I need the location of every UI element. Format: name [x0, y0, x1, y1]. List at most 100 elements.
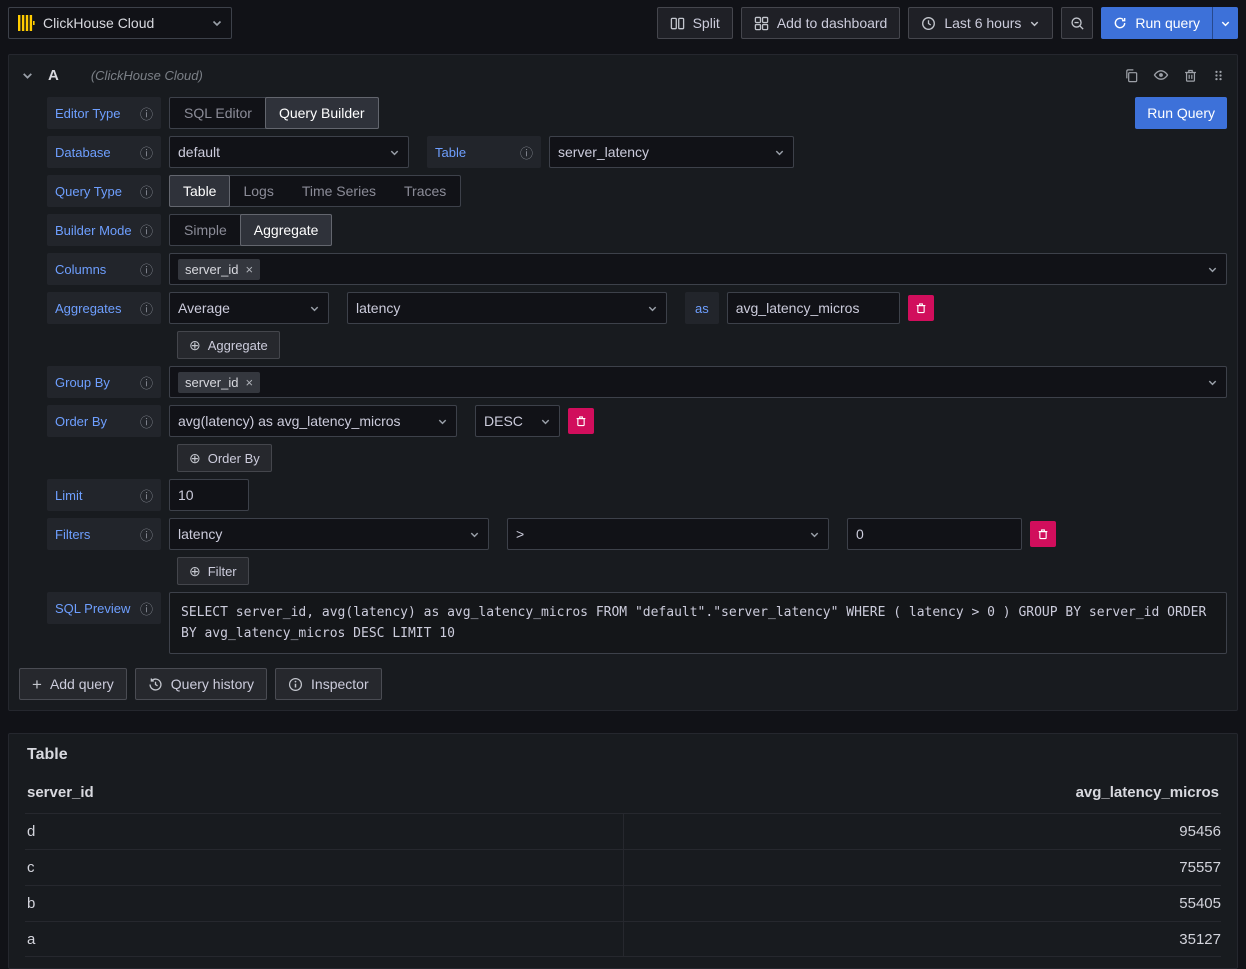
- filter-operator-select[interactable]: >: [507, 518, 829, 550]
- run-query-caret-button[interactable]: [1212, 7, 1238, 39]
- history-icon: [148, 677, 163, 692]
- add-aggregate-button[interactable]: ⊕ Aggregate: [177, 331, 280, 359]
- query-ref-id[interactable]: A: [48, 67, 59, 84]
- delete-query-icon[interactable]: [1183, 68, 1198, 83]
- query-type-option-traces[interactable]: Traces: [390, 176, 460, 206]
- info-icon[interactable]: ⓘ: [140, 599, 153, 618]
- duplicate-query-icon[interactable]: [1124, 68, 1139, 83]
- chevron-down-icon: [461, 529, 480, 540]
- chevron-down-icon: [429, 416, 448, 427]
- toolbar-actions: Split Add to dashboard Last 6 hours: [657, 7, 1238, 39]
- chevron-down-icon: [801, 529, 820, 540]
- database-select[interactable]: default: [169, 136, 409, 168]
- table-row[interactable]: d 95456: [25, 813, 1221, 849]
- info-icon[interactable]: ⓘ: [140, 486, 153, 505]
- refresh-icon: [1113, 16, 1127, 30]
- filter-field-select[interactable]: latency: [169, 518, 489, 550]
- info-icon[interactable]: ⓘ: [140, 525, 153, 544]
- inspector-label: Inspector: [311, 676, 369, 692]
- plus-icon: +: [32, 676, 42, 693]
- sql-preview-label: SQL Preview: [55, 601, 130, 616]
- chip-label: server_id: [185, 262, 238, 277]
- info-icon[interactable]: ⓘ: [140, 260, 153, 279]
- info-icon[interactable]: ⓘ: [140, 299, 153, 318]
- column-header-server-id[interactable]: server_id: [27, 784, 623, 801]
- run-query-inline-button[interactable]: Run Query: [1135, 97, 1227, 129]
- selected-column-chip: server_id ×: [178, 259, 260, 280]
- table-row[interactable]: b 55405: [25, 885, 1221, 921]
- add-query-button[interactable]: + Add query: [19, 668, 127, 700]
- chevron-down-icon: [532, 416, 551, 427]
- aggregate-function-value: Average: [178, 300, 230, 316]
- filter-value: 0: [856, 526, 864, 542]
- table-select[interactable]: server_latency: [549, 136, 794, 168]
- cell-avg-latency: 35127: [623, 922, 1221, 956]
- row-limit: Limit ⓘ 10: [47, 479, 1227, 511]
- table-row[interactable]: c 75557: [25, 849, 1221, 885]
- remove-chip-icon[interactable]: ×: [245, 263, 253, 276]
- collapse-icon[interactable]: [21, 69, 34, 82]
- row-add-aggregate: ⊕ Aggregate: [47, 331, 1227, 359]
- limit-input[interactable]: 10: [169, 479, 249, 511]
- split-label: Split: [693, 15, 720, 31]
- row-builder-mode: Builder Mode ⓘ Simple Aggregate: [47, 214, 1227, 246]
- toggle-visibility-eye-icon[interactable]: [1153, 67, 1169, 83]
- time-range-button[interactable]: Last 6 hours: [908, 7, 1053, 39]
- chevron-down-icon: [301, 303, 320, 314]
- chevron-down-icon: [766, 147, 785, 158]
- field-label-editor-type: Editor Type ⓘ: [47, 97, 161, 129]
- column-header-avg-latency[interactable]: avg_latency_micros: [623, 784, 1219, 801]
- query-footer-actions: + Add query Query history Inspector: [9, 654, 1237, 700]
- query-editor-panel: A (ClickHouse Cloud): [8, 54, 1238, 711]
- order-by-field-select[interactable]: avg(latency) as avg_latency_micros: [169, 405, 457, 437]
- table-row[interactable]: a 35127: [25, 921, 1221, 957]
- drag-handle-icon[interactable]: [1212, 69, 1225, 82]
- remove-filter-button[interactable]: [1030, 521, 1056, 547]
- add-order-by-button[interactable]: ⊕ Order By: [177, 444, 272, 472]
- remove-chip-icon[interactable]: ×: [245, 376, 253, 389]
- order-by-direction-select[interactable]: DESC: [475, 405, 560, 437]
- info-icon[interactable]: ⓘ: [140, 373, 153, 392]
- selected-group-by-chip: server_id ×: [178, 372, 260, 393]
- info-icon[interactable]: ⓘ: [140, 221, 153, 240]
- aggregate-alias-value: avg_latency_micros: [736, 300, 860, 316]
- columns-label: Columns: [55, 262, 106, 277]
- group-by-label: Group By: [55, 375, 110, 390]
- query-type-option-time-series[interactable]: Time Series: [288, 176, 390, 206]
- info-icon[interactable]: ⓘ: [140, 104, 153, 123]
- info-icon[interactable]: ⓘ: [140, 143, 153, 162]
- builder-mode-option-aggregate[interactable]: Aggregate: [240, 214, 333, 246]
- split-button[interactable]: Split: [657, 7, 733, 39]
- filter-value-input[interactable]: 0: [847, 518, 1022, 550]
- info-icon[interactable]: ⓘ: [520, 143, 533, 162]
- remove-order-by-button[interactable]: [568, 408, 594, 434]
- order-by-direction-value: DESC: [484, 413, 523, 429]
- builder-mode-option-simple[interactable]: Simple: [170, 215, 241, 245]
- info-icon[interactable]: ⓘ: [140, 182, 153, 201]
- inspector-button[interactable]: Inspector: [275, 668, 382, 700]
- editor-type-option-query-builder[interactable]: Query Builder: [265, 97, 379, 129]
- run-query-button[interactable]: Run query: [1101, 7, 1212, 39]
- aggregate-function-select[interactable]: Average: [169, 292, 329, 324]
- zoom-out-button[interactable]: [1061, 7, 1093, 39]
- cell-server-id: c: [25, 850, 623, 885]
- datasource-picker[interactable]: ClickHouse Cloud: [8, 7, 232, 39]
- group-by-multiselect[interactable]: server_id ×: [169, 366, 1227, 398]
- cell-server-id: d: [25, 814, 623, 849]
- columns-multiselect[interactable]: server_id ×: [169, 253, 1227, 285]
- field-label-table: Table ⓘ: [427, 136, 541, 168]
- add-filter-button[interactable]: ⊕ Filter: [177, 557, 249, 585]
- remove-aggregate-button[interactable]: [908, 295, 934, 321]
- clock-icon: [921, 16, 936, 31]
- aggregate-alias-input[interactable]: avg_latency_micros: [727, 292, 900, 324]
- info-icon[interactable]: ⓘ: [140, 412, 153, 431]
- field-label-limit: Limit ⓘ: [47, 479, 161, 511]
- query-type-option-table[interactable]: Table: [169, 175, 230, 207]
- editor-type-option-sql-editor[interactable]: SQL Editor: [170, 98, 266, 128]
- add-to-dashboard-button[interactable]: Add to dashboard: [741, 7, 901, 39]
- aggregate-column-select[interactable]: latency: [347, 292, 667, 324]
- query-history-button[interactable]: Query history: [135, 668, 267, 700]
- editor-type-group: SQL Editor Query Builder: [169, 97, 379, 129]
- query-type-option-logs[interactable]: Logs: [229, 176, 287, 206]
- cell-avg-latency: 75557: [623, 850, 1221, 885]
